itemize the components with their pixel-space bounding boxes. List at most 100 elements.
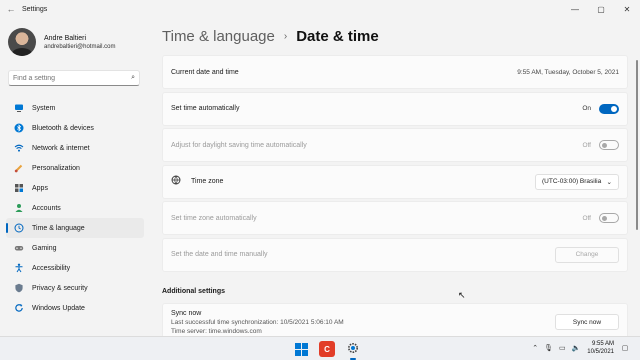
- taskbar-app-button[interactable]: C: [319, 341, 335, 357]
- time-zone-value: (UTC-03:00) Brasilia: [542, 178, 602, 185]
- sync-now-button[interactable]: Sync now: [555, 314, 619, 330]
- change-button[interactable]: Change: [555, 246, 619, 263]
- user-profile[interactable]: Andre Baltieri andrebaltieri@hotmail.com: [8, 28, 115, 56]
- sidebar-item-label: Privacy & security: [32, 284, 88, 292]
- manual-date-time-label: Set the date and time manually: [171, 251, 268, 258]
- sidebar-item-accounts[interactable]: Accounts: [6, 198, 144, 218]
- search-icon[interactable]: ⌕: [131, 74, 135, 82]
- title-bar: ← Settings — ▢ ✕: [0, 0, 640, 18]
- taskbar: C ⌃ 🎙 ▭ 🔈 9:55 AM 10/5/2021 ▢: [0, 336, 640, 360]
- avatar: [8, 28, 36, 56]
- wifi-icon: [14, 143, 24, 153]
- sidebar-item-label: Accounts: [32, 204, 61, 212]
- sidebar-item-bluetooth[interactable]: Bluetooth & devices: [6, 118, 144, 138]
- person-icon: [14, 203, 24, 213]
- sidebar-item-label: Apps: [32, 184, 48, 192]
- scrollbar[interactable]: [636, 60, 638, 230]
- sidebar-item-label: Bluetooth & devices: [32, 124, 94, 132]
- sidebar-item-label: Personalization: [32, 164, 80, 172]
- chevron-right-icon: ›: [283, 31, 288, 42]
- daylight-saving-state: Off: [582, 141, 591, 149]
- app-logo-icon: C: [324, 344, 330, 354]
- window-controls: — ▢ ✕: [562, 0, 640, 18]
- system-tray: ⌃ 🎙 ▭ 🔈 9:55 AM 10/5/2021 ▢: [529, 340, 632, 356]
- auto-time-zone-toggle[interactable]: [599, 213, 619, 223]
- sidebar-item-system[interactable]: System: [6, 98, 144, 118]
- breadcrumb-parent[interactable]: Time & language: [162, 28, 275, 45]
- shield-icon: [14, 283, 24, 293]
- current-date-time-label: Current date and time: [171, 68, 239, 76]
- search-input[interactable]: [13, 74, 132, 82]
- chevron-up-icon[interactable]: ⌃: [532, 344, 538, 352]
- sidebar-nav: System Bluetooth & devices Network & int…: [6, 98, 144, 318]
- volume-icon[interactable]: 🔈: [572, 344, 581, 352]
- page-title: Date & time: [296, 28, 379, 45]
- chevron-down-icon: ⌄: [606, 178, 612, 186]
- auto-time-zone-label: Set time zone automatically: [171, 214, 257, 222]
- time-zone-card: Time zone (UTC-03:00) Brasilia ⌄: [162, 164, 628, 199]
- sidebar-item-network[interactable]: Network & internet: [6, 138, 144, 158]
- user-email: andrebaltieri@hotmail.com: [44, 43, 116, 50]
- daylight-saving-card: Adjust for daylight saving time automati…: [162, 128, 628, 162]
- sidebar-item-label: Network & internet: [32, 144, 90, 152]
- user-name: Andre Baltieri: [44, 34, 87, 42]
- additional-settings-heading: Additional settings: [162, 288, 225, 295]
- daylight-saving-label: Adjust for daylight saving time automati…: [171, 141, 307, 149]
- clock-time: 9:55 AM: [591, 341, 614, 347]
- network-icon[interactable]: ▭: [559, 344, 566, 352]
- sidebar-item-personalization[interactable]: Personalization: [6, 158, 144, 178]
- auto-time-toggle[interactable]: [599, 103, 619, 114]
- auto-time-state: On: [582, 105, 591, 112]
- manual-date-time-card: Set the date and time manually Change: [162, 237, 628, 272]
- auto-time-card: Set time automatically On: [162, 91, 628, 126]
- sidebar-item-label: Windows Update: [32, 304, 85, 312]
- auto-time-zone-state: Off: [582, 214, 591, 222]
- sidebar-item-gaming[interactable]: Gaming: [6, 238, 144, 258]
- monitor-icon: [14, 103, 24, 113]
- bluetooth-icon: [14, 123, 24, 133]
- sidebar-item-apps[interactable]: Apps: [6, 178, 144, 198]
- taskbar-apps: C: [288, 341, 366, 360]
- refresh-icon: [14, 303, 24, 313]
- taskbar-settings-button[interactable]: [345, 341, 361, 360]
- clock[interactable]: 9:55 AM 10/5/2021: [587, 340, 614, 356]
- clock-date: 10/5/2021: [587, 349, 614, 355]
- sidebar-item-label: System: [32, 104, 56, 112]
- gear-icon: [347, 342, 359, 356]
- minimize-button[interactable]: —: [562, 0, 588, 18]
- mouse-cursor-icon: ↖: [458, 290, 466, 300]
- daylight-saving-toggle[interactable]: [599, 140, 619, 150]
- sidebar-item-accessibility[interactable]: Accessibility: [6, 258, 144, 278]
- auto-time-zone-card: Set time zone automatically Off: [162, 201, 628, 235]
- time-zone-label: Time zone: [191, 178, 224, 185]
- sync-now-title: Sync now: [171, 310, 202, 317]
- close-button[interactable]: ✕: [614, 0, 640, 18]
- sidebar-item-privacy[interactable]: Privacy & security: [6, 278, 144, 298]
- notification-icon[interactable]: ▢: [618, 341, 632, 355]
- auto-time-label: Set time automatically: [171, 105, 240, 112]
- brush-icon: [14, 163, 24, 173]
- maximize-button[interactable]: ▢: [588, 0, 614, 18]
- globe-clock-icon: [171, 175, 181, 188]
- back-arrow-icon[interactable]: ←: [0, 0, 22, 18]
- time-zone-select[interactable]: (UTC-03:00) Brasilia ⌄: [535, 173, 619, 190]
- current-date-time-card: Current date and time 9:55 AM, Tuesday, …: [162, 55, 628, 89]
- sidebar-item-label: Time & language: [32, 224, 85, 232]
- time-server-text: Time server: time.windows.com: [171, 328, 262, 335]
- accessibility-icon: [14, 263, 24, 273]
- start-button[interactable]: [293, 341, 309, 357]
- apps-icon: [14, 183, 24, 193]
- sidebar-item-windows-update[interactable]: Windows Update: [6, 298, 144, 318]
- sidebar-item-label: Accessibility: [32, 264, 71, 272]
- sidebar-item-label: Gaming: [32, 244, 57, 252]
- globe-clock-icon: [14, 223, 24, 233]
- settings-list: Current date and time 9:55 AM, Tuesday, …: [162, 55, 628, 274]
- windows-logo-icon: [294, 342, 308, 356]
- microphone-icon[interactable]: 🎙: [544, 344, 553, 352]
- search-box[interactable]: ⌕: [8, 70, 140, 86]
- gamepad-icon: [14, 243, 24, 253]
- breadcrumb: Time & language › Date & time: [162, 28, 379, 45]
- last-sync-text: Last successful time synchronization: 10…: [171, 319, 344, 326]
- window-title: Settings: [22, 5, 48, 13]
- sidebar-item-time-language[interactable]: Time & language: [6, 218, 144, 238]
